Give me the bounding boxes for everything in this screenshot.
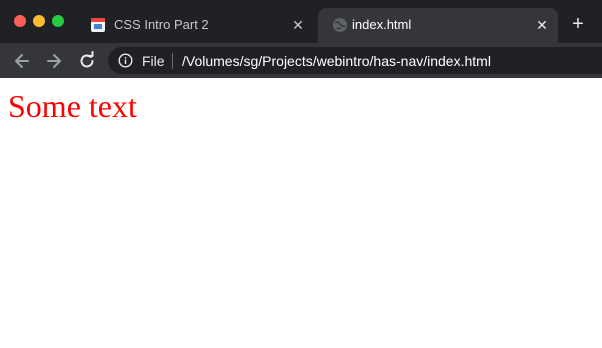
address-bar[interactable]: File /Volumes/sg/Projects/webintro/has-n… [108, 47, 602, 74]
info-icon[interactable] [118, 53, 133, 68]
window-close-button[interactable] [14, 15, 26, 27]
tab-index-html[interactable]: index.html ✕ [318, 8, 558, 43]
globe-icon [332, 17, 348, 33]
tab-title: index.html [352, 17, 412, 32]
window-maximize-button[interactable] [52, 15, 64, 27]
url-text[interactable]: /Volumes/sg/Projects/webintro/has-nav/in… [182, 52, 491, 70]
page-text: Some text [8, 88, 137, 124]
back-arrow-icon[interactable] [12, 51, 32, 71]
tab-close-icon[interactable]: ✕ [290, 17, 306, 33]
tab-strip: CSS Intro Part 2 ✕ index.html ✕ + [0, 0, 602, 43]
tab-title: CSS Intro Part 2 [114, 17, 209, 32]
toolbar: File /Volumes/sg/Projects/webintro/has-n… [0, 43, 602, 78]
window-minimize-button[interactable] [33, 15, 45, 27]
address-divider [172, 53, 173, 69]
scheme-label: File [142, 53, 165, 69]
page-content: Some text [0, 78, 602, 348]
reload-icon[interactable] [77, 51, 97, 71]
browser-chrome: CSS Intro Part 2 ✕ index.html ✕ + File /… [0, 0, 602, 78]
forward-arrow-icon[interactable] [44, 51, 64, 71]
new-tab-icon[interactable]: + [568, 14, 588, 34]
slides-icon [90, 17, 106, 33]
tab-css-intro[interactable]: CSS Intro Part 2 ✕ [76, 8, 316, 43]
tab-close-icon[interactable]: ✕ [534, 17, 550, 33]
